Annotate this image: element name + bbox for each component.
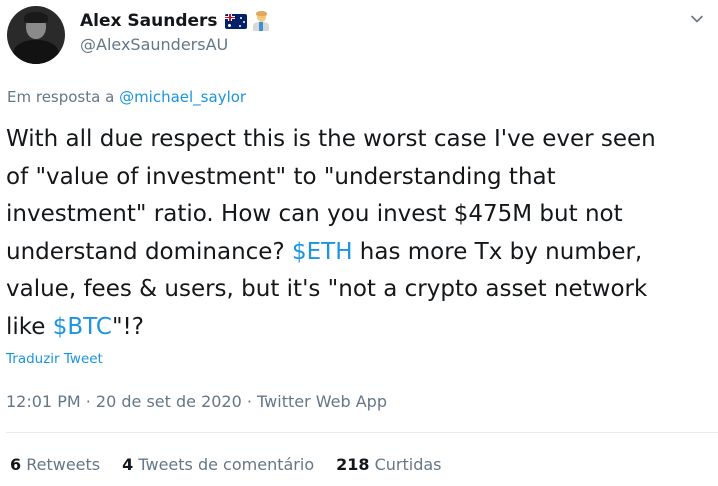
- likes-label: Curtidas: [374, 455, 442, 474]
- chevron-down-icon[interactable]: [690, 12, 704, 26]
- quote-tweets-count: 4: [122, 455, 134, 474]
- reply-prefix: Em resposta a: [7, 88, 120, 106]
- tweet-text: With all due respect this is the worst c…: [6, 121, 712, 347]
- reply-mention-link[interactable]: @michael_saylor: [119, 88, 246, 106]
- avatar-body-shape: [13, 40, 59, 64]
- tweet-timestamp-source[interactable]: 12:01 PM · 20 de set de 2020 · Twitter W…: [6, 392, 387, 411]
- tweet-card: Alex Saunders @AlexSaundersAU Em respost…: [0, 0, 718, 486]
- tweet-text-line: value, fees & users, but it's "not a cry…: [6, 276, 648, 303]
- quote-tweets-label: Tweets de comentário: [138, 455, 315, 474]
- cashtag-eth-link[interactable]: $ETH: [292, 239, 353, 265]
- display-name[interactable]: Alex Saunders: [80, 11, 218, 31]
- engagement-stats: 6 Retweets 4 Tweets de comentário 218 Cu…: [10, 455, 442, 474]
- tweet-text-segment: understand dominance?: [6, 238, 292, 265]
- retweets-count: 6: [10, 455, 22, 474]
- quote-tweets-stat[interactable]: 4 Tweets de comentário: [122, 455, 314, 474]
- avatar[interactable]: [7, 6, 65, 64]
- retweets-label: Retweets: [26, 455, 101, 474]
- tweet-text-line: investment" ratio. How can you invest $4…: [6, 201, 623, 228]
- avatar-hair-shape: [24, 12, 48, 23]
- user-handle[interactable]: @AlexSaundersAU: [80, 35, 228, 54]
- tweet-text-line: understand dominance? $ETH has more Tx b…: [6, 234, 712, 272]
- tweet-text-segment: "!?: [111, 313, 144, 340]
- likes-stat[interactable]: 218 Curtidas: [336, 455, 441, 474]
- divider: [6, 432, 718, 433]
- tweet-text-segment: has more Tx by number,: [352, 238, 643, 265]
- tweet-text-line: With all due respect this is the worst c…: [6, 126, 656, 152]
- reply-context: Em resposta a @michael_saylor: [7, 88, 246, 106]
- cashtag-btc-link[interactable]: $BTC: [53, 314, 112, 340]
- tweet-text-segment: like: [6, 313, 53, 340]
- translate-tweet-link[interactable]: Traduzir Tweet: [6, 351, 103, 367]
- tweet-text-line: of "value of investment" to "understandi…: [6, 163, 556, 190]
- scientist-icon: [252, 11, 270, 31]
- retweets-stat[interactable]: 6 Retweets: [10, 455, 100, 474]
- australia-flag-icon: [224, 13, 247, 29]
- likes-count: 218: [336, 455, 370, 474]
- name-row: Alex Saunders: [80, 10, 270, 32]
- tweet-text-line: like $BTC"!?: [6, 309, 712, 347]
